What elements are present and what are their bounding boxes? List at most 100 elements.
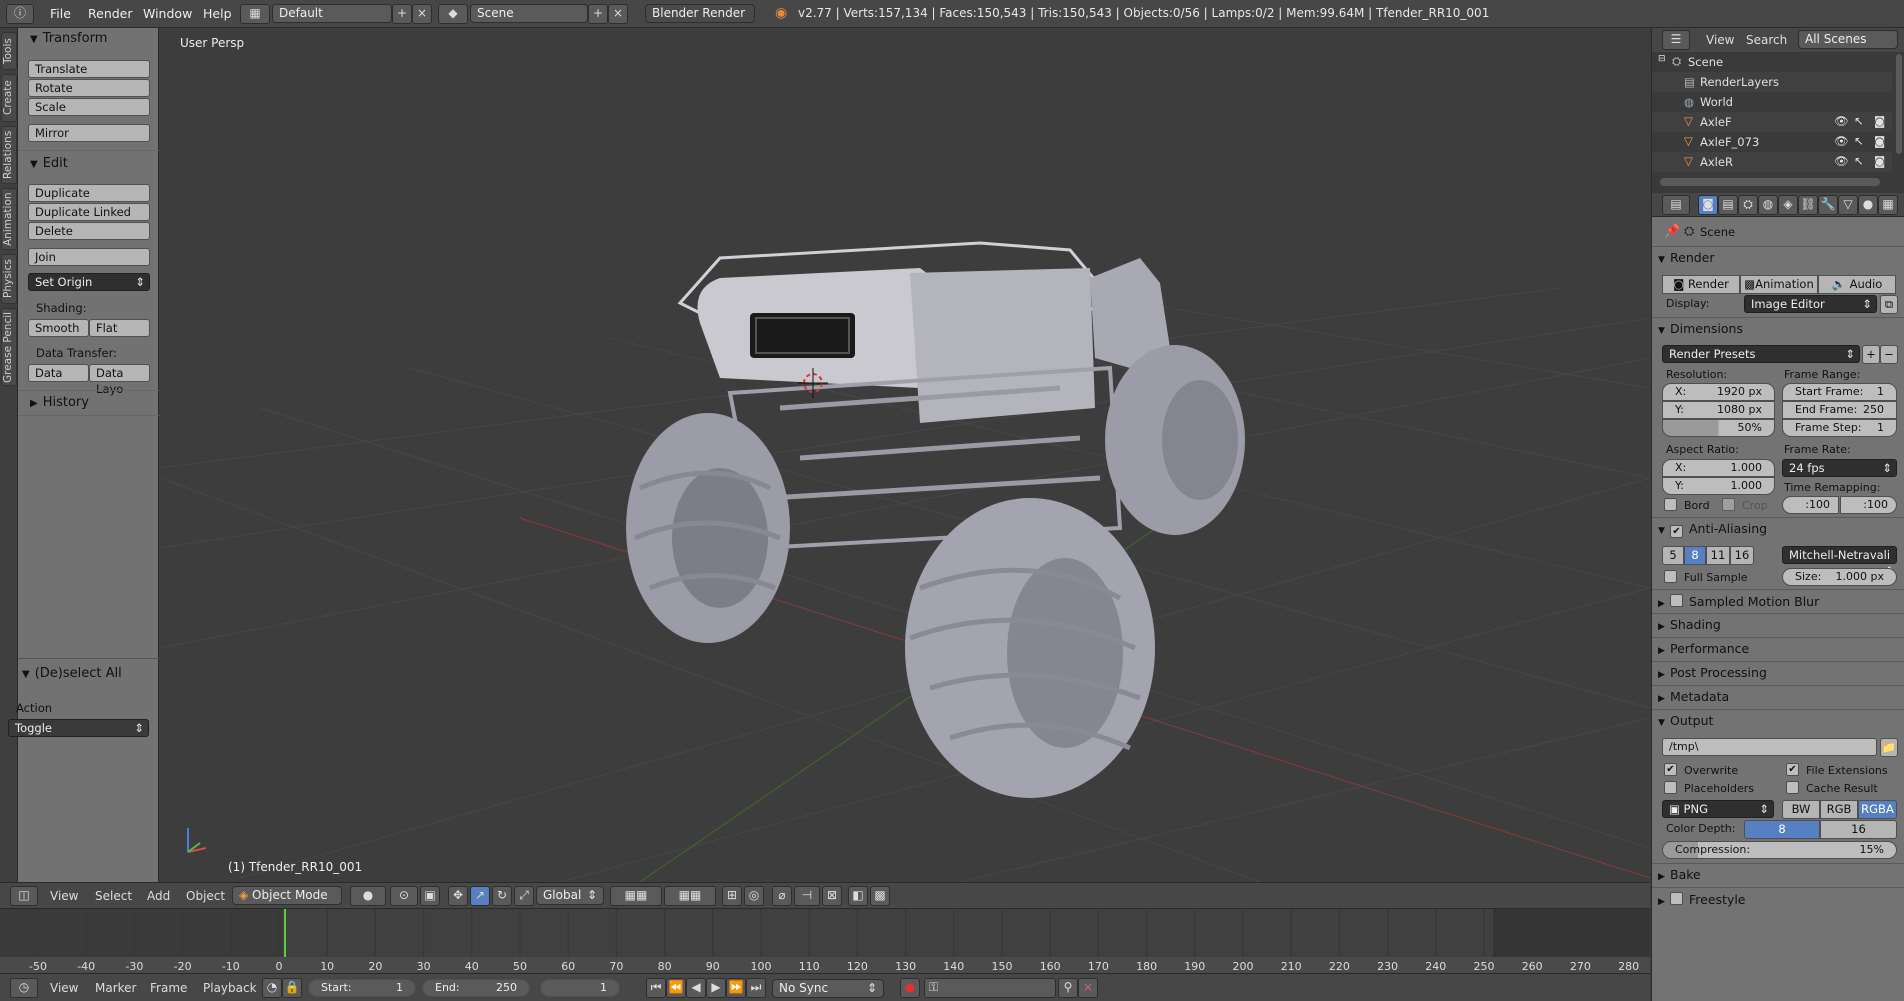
folder-icon[interactable]: 📁 (1880, 738, 1898, 757)
render-tab-icon[interactable]: ◙ (1698, 195, 1718, 215)
scale-manipulator-icon[interactable]: ⤢ (514, 886, 534, 906)
scale-button[interactable]: Scale (28, 98, 150, 116)
render-engine-select[interactable]: Blender Render⇕ (645, 4, 755, 23)
freestyle-panel-header[interactable]: ▶ Freestyle (1658, 891, 1746, 907)
eye-icon[interactable]: 👁 (1834, 114, 1849, 128)
color-rgba-button[interactable]: RGBA (1858, 800, 1897, 819)
pin-icon[interactable]: 📌 (1664, 224, 1680, 239)
preset-add-icon[interactable]: + (1862, 345, 1880, 364)
properties-editor-icon[interactable]: ▤ (1662, 195, 1690, 215)
overwrite-checkbox[interactable]: ✔ (1664, 763, 1677, 776)
camera-render-icon[interactable]: ◙ (1874, 154, 1885, 168)
eye-icon[interactable]: 👁 (1834, 134, 1849, 148)
scene-field[interactable]: Scene (470, 4, 588, 23)
aa-enable-checkbox[interactable]: ✔ (1670, 525, 1683, 538)
bake-panel-header[interactable]: ▶ Bake (1658, 867, 1701, 882)
outliner-row-axlef073[interactable]: ▽ AxleF_073 👁 ↖ ◙ (1652, 132, 1892, 152)
menu-add[interactable]: Add (147, 889, 170, 903)
res-y-field[interactable]: Y: 1080 px (1662, 401, 1775, 419)
tab-physics[interactable]: Physics (1, 254, 17, 304)
render-anim-icon[interactable]: ▩ (870, 886, 890, 906)
panel-deselect-header[interactable]: ▼ (De)select All (22, 666, 122, 681)
file-extensions-checkbox[interactable]: ✔ (1786, 763, 1799, 776)
aa-filter-select[interactable]: Mitchell-Netravali⇕ (1782, 546, 1897, 578)
tab-tools[interactable]: Tools (1, 32, 17, 70)
set-origin-dropdown[interactable]: Set Origin ⇕ (28, 273, 150, 291)
world-tab-icon[interactable]: ◍ (1758, 195, 1778, 215)
jump-start-icon[interactable]: ⏮ (646, 978, 666, 998)
editor-type-icon[interactable]: ⓘ (6, 4, 34, 24)
outliner-h-scrollbar[interactable] (1660, 178, 1880, 186)
layers-grid2-icon[interactable]: ▦▦ (664, 886, 716, 906)
aspect-x-field[interactable]: X: 1.000 (1662, 459, 1775, 477)
cursor-select-icon[interactable]: ↖ (1854, 114, 1864, 128)
layout-add-icon[interactable]: + (392, 4, 412, 24)
dimensions-panel-header[interactable]: ▼ Dimensions (1658, 321, 1743, 336)
orientation-select[interactable]: Global ⇕ (536, 886, 604, 905)
scene-icon[interactable]: ◆ (438, 4, 468, 24)
shading-panel-header[interactable]: ▶ Shading (1658, 617, 1721, 632)
end-frame-field[interactable]: End: 250 (422, 979, 530, 997)
collapse-icon[interactable]: ⊟ (1658, 54, 1666, 64)
constraints-tab-icon[interactable]: ⛓ (1798, 195, 1818, 215)
scene-tab-icon[interactable]: ⛭ (1738, 195, 1758, 215)
action-dropdown[interactable]: Toggle ⇕ (8, 719, 149, 737)
aspect-y-field[interactable]: Y: 1.000 (1662, 477, 1775, 495)
start-frame-field[interactable]: Start: 1 (308, 979, 416, 997)
data-button[interactable]: Data (28, 364, 89, 382)
layers-grid-icon[interactable]: ▦▦ (610, 886, 662, 906)
flat-button[interactable]: Flat (89, 319, 150, 337)
outliner-editor-icon[interactable]: ☰ (1662, 30, 1690, 50)
preview-range-icon[interactable]: ◔ (262, 978, 282, 998)
compression-slider[interactable]: Compression: 15% (1662, 841, 1897, 859)
join-button[interactable]: Join (28, 248, 150, 266)
menu-help[interactable]: Help (203, 6, 232, 21)
lock-range-icon[interactable]: 🔒 (282, 978, 302, 998)
frame-step-field[interactable]: Frame Step: 1 (1782, 419, 1897, 437)
menu-render[interactable]: Render (88, 6, 133, 21)
frame-rate-select[interactable]: 24 fps ⇕ (1782, 459, 1897, 477)
insert-keyframe-icon[interactable]: ⚲ (1058, 978, 1078, 998)
panel-edit-header[interactable]: ▼ Edit (30, 156, 68, 171)
duplicate-button[interactable]: Duplicate (28, 184, 150, 202)
outliner-v-scrollbar[interactable] (1896, 54, 1902, 154)
aa-samples-11[interactable]: 11 (1706, 546, 1730, 565)
3d-viewport[interactable]: User Persp (1) Tfender_RR10_001 (160, 28, 1650, 882)
display-select[interactable]: Image Editor ⇕ (1744, 295, 1877, 313)
outliner-row-scene[interactable]: ⊟ ⛭ Scene (1652, 52, 1892, 72)
layout-field[interactable]: Default (272, 4, 392, 23)
outliner-search-menu[interactable]: Search (1746, 33, 1787, 47)
file-format-select[interactable]: ▣ PNG ⇕ (1662, 800, 1774, 818)
play-reverse-icon[interactable]: ◀ (686, 978, 706, 998)
limit-selection-icon[interactable]: ▣ (420, 886, 440, 906)
translate-manipulator-icon[interactable]: ↗ (470, 886, 490, 906)
tab-grease-pencil[interactable]: Grease Pencil (1, 308, 17, 386)
menu-object[interactable]: Object (186, 889, 225, 903)
prev-keyframe-icon[interactable]: ⏪ (666, 978, 686, 998)
keying-set-field[interactable]: ⚿ (924, 978, 1056, 998)
outliner-filter-select[interactable]: All Scenes (1798, 30, 1898, 49)
outliner-row-axler[interactable]: ▽ AxleR 👁 ↖ ◙ (1652, 152, 1892, 172)
menu-marker[interactable]: Marker (95, 981, 136, 995)
motion-blur-panel-header[interactable]: ▶ Sampled Motion Blur (1658, 593, 1819, 609)
animation-button[interactable]: ▩Animation (1740, 275, 1818, 294)
mirror-button[interactable]: Mirror (28, 124, 150, 142)
menu-file[interactable]: File (50, 6, 71, 21)
scene-add-icon[interactable]: + (588, 4, 608, 24)
menu-playback[interactable]: Playback (203, 981, 257, 995)
freestyle-checkbox[interactable] (1670, 892, 1683, 905)
post-processing-panel-header[interactable]: ▶ Post Processing (1658, 665, 1767, 680)
remap-new-field[interactable]: :100 (1840, 496, 1897, 514)
data-layout-button[interactable]: Data Layo (89, 364, 150, 396)
audio-button[interactable]: 🔊 Audio (1818, 275, 1896, 294)
editor-type-cube-icon[interactable]: ◫ (10, 886, 38, 906)
layout-icon[interactable]: ▦ (240, 4, 270, 24)
outliner-view-menu[interactable]: View (1706, 33, 1734, 47)
render-presets-select[interactable]: Render Presets ⇕ (1662, 345, 1860, 363)
tab-relations[interactable]: Relations (1, 126, 17, 184)
eye-icon[interactable]: 👁 (1834, 154, 1849, 168)
filter-size-field[interactable]: Size: 1.000 px (1782, 568, 1897, 586)
layer-lock-icon[interactable]: ⊞ (722, 886, 742, 906)
render-button[interactable]: ◙ Render (1662, 275, 1740, 294)
depth-8-button[interactable]: 8 (1744, 820, 1820, 839)
